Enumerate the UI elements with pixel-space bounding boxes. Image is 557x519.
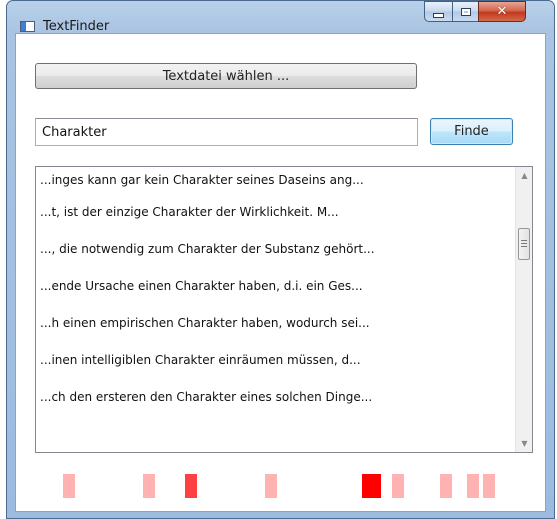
scroll-down-icon[interactable]: ▼ bbox=[516, 435, 532, 452]
client-area: Textdatei wählen ... Charakter Finde ...… bbox=[15, 33, 546, 512]
find-button[interactable]: Finde bbox=[430, 118, 513, 145]
list-item[interactable]: ..., die notwendig zum Charakter der Sub… bbox=[36, 231, 515, 268]
choose-file-button[interactable]: Textdatei wählen ... bbox=[35, 63, 417, 89]
scrollbar-thumb[interactable] bbox=[518, 228, 530, 260]
minimize-icon bbox=[433, 12, 444, 18]
hit-distribution-bar bbox=[16, 474, 547, 502]
hit-marker bbox=[440, 474, 452, 498]
hit-marker bbox=[483, 474, 495, 498]
hit-marker bbox=[143, 474, 155, 498]
grip-icon bbox=[521, 240, 527, 248]
title-bar[interactable]: TextFinder ✕ bbox=[7, 1, 554, 34]
list-item[interactable]: ...inges kann gar kein Charakter seines … bbox=[36, 167, 515, 194]
list-item[interactable]: ...ch den ersteren den Charakter eines s… bbox=[36, 379, 515, 416]
app-icon bbox=[20, 21, 35, 32]
hit-marker bbox=[467, 474, 479, 498]
window-title: TextFinder bbox=[43, 19, 110, 34]
hit-marker bbox=[185, 474, 197, 498]
list-item[interactable]: ...ende Ursache einen Charakter haben, d… bbox=[36, 268, 515, 305]
hit-marker bbox=[63, 474, 75, 498]
list-item[interactable]: ...t, ist der einzige Charakter der Wirk… bbox=[36, 194, 515, 231]
maximize-button[interactable] bbox=[452, 1, 479, 22]
vertical-scrollbar[interactable]: ▲ ▼ bbox=[515, 167, 532, 452]
close-button[interactable]: ✕ bbox=[478, 1, 526, 22]
minimize-button[interactable] bbox=[424, 1, 453, 22]
app-window: TextFinder ✕ Textdatei wählen ... Charak… bbox=[6, 0, 555, 519]
hit-marker bbox=[265, 474, 277, 498]
scroll-up-icon[interactable]: ▲ bbox=[516, 167, 532, 184]
list-item[interactable]: ...inen intelligiblen Charakter einräume… bbox=[36, 342, 515, 379]
list-item[interactable]: ...h einen empirischen Charakter haben, … bbox=[36, 305, 515, 342]
hit-marker bbox=[362, 474, 381, 498]
results-items: ...inges kann gar kein Charakter seines … bbox=[36, 167, 515, 416]
hit-marker bbox=[392, 474, 404, 498]
results-list[interactable]: ...inges kann gar kein Charakter seines … bbox=[35, 166, 533, 453]
maximize-icon bbox=[460, 7, 471, 16]
close-icon: ✕ bbox=[496, 4, 508, 19]
search-input[interactable]: Charakter bbox=[35, 118, 418, 146]
